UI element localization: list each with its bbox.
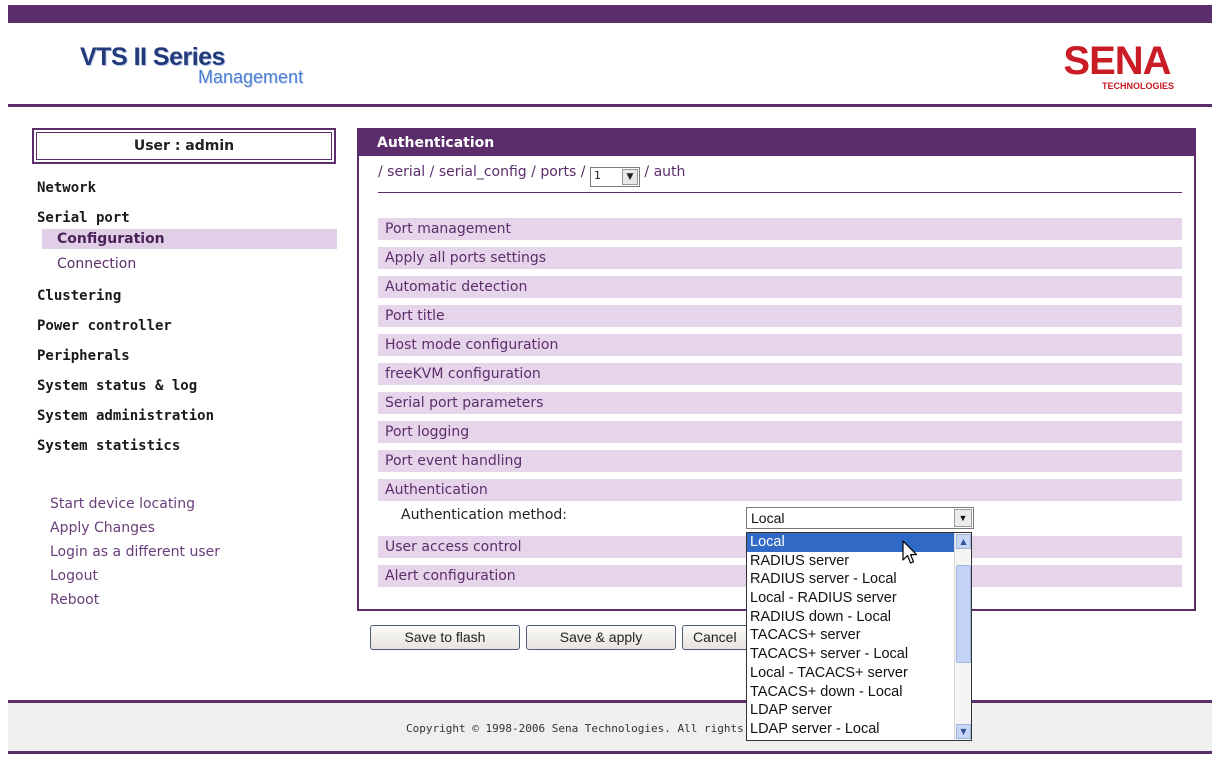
section-serial-params[interactable]: Serial port parameters	[378, 392, 1182, 414]
mouse-pointer-icon	[902, 540, 918, 564]
apply-changes-link[interactable]: Apply Changes	[50, 520, 155, 536]
nav-power-controller[interactable]: Power controller	[37, 318, 172, 334]
chevron-down-icon[interactable]: ▼	[954, 509, 972, 527]
dropdown-option-ldap-local[interactable]: LDAP server - Local	[747, 720, 971, 739]
section-freekvm[interactable]: freeKVM configuration	[378, 363, 1182, 385]
scrollbar-thumb[interactable]	[956, 565, 971, 663]
user-label: User : admin	[36, 132, 332, 160]
auth-method-label: Authentication method:	[401, 507, 568, 523]
breadcrumb-divider	[378, 192, 1182, 193]
auth-method-dropdown-list[interactable]: Local RADIUS server RADIUS server - Loca…	[746, 532, 972, 741]
dropdown-option-local-tacacs[interactable]: Local - TACACS+ server	[747, 664, 971, 683]
dropdown-option-local[interactable]: Local	[747, 533, 971, 552]
section-authentication[interactable]: Authentication	[378, 479, 1182, 501]
start-device-locating-link[interactable]: Start device locating	[50, 496, 195, 512]
product-logo-line2: Management	[198, 67, 304, 87]
nav-peripherals[interactable]: Peripherals	[37, 348, 130, 364]
nav-serial-port[interactable]: Serial port	[37, 210, 130, 226]
login-different-user-link[interactable]: Login as a different user	[50, 544, 220, 560]
sena-logo: SENA TECHNOLOGIES	[1056, 41, 1178, 91]
logout-link[interactable]: Logout	[50, 568, 98, 584]
scroll-up-icon[interactable]: ▲	[956, 534, 971, 549]
nav-system-administration[interactable]: System administration	[37, 408, 214, 424]
breadcrumb-serial[interactable]: serial	[387, 164, 425, 180]
section-port-management[interactable]: Port management	[378, 218, 1182, 240]
user-box: User : admin	[32, 128, 336, 164]
breadcrumb-serial-config[interactable]: serial_config	[439, 164, 527, 180]
dropdown-option-tacacs-down-local[interactable]: TACACS+ down - Local	[747, 683, 971, 702]
port-number-select[interactable]: 1 ▼	[589, 167, 640, 187]
section-port-title[interactable]: Port title	[378, 305, 1182, 327]
section-port-event[interactable]: Port event handling	[378, 450, 1182, 472]
dropdown-option-radius[interactable]: RADIUS server	[747, 552, 971, 571]
breadcrumb-ports[interactable]: ports	[540, 164, 576, 180]
nav-network[interactable]: Network	[37, 180, 96, 196]
footer: Copyright © 1998-2006 Sena Technologies.…	[8, 700, 1212, 754]
panel-title: Authentication	[359, 130, 1194, 156]
section-host-mode[interactable]: Host mode configuration	[378, 334, 1182, 356]
dropdown-scrollbar[interactable]: ▲ ▼	[954, 533, 971, 740]
section-port-logging[interactable]: Port logging	[378, 421, 1182, 443]
dropdown-option-local-radius[interactable]: Local - RADIUS server	[747, 589, 971, 608]
section-automatic-detection[interactable]: Automatic detection	[378, 276, 1182, 298]
port-number-value: 1	[593, 169, 601, 182]
nav-system-status[interactable]: System status & log	[37, 378, 197, 394]
chevron-down-icon[interactable]: ▼	[621, 169, 638, 185]
nav-clustering[interactable]: Clustering	[37, 288, 121, 304]
save-to-flash-button[interactable]: Save to flash	[370, 625, 520, 650]
auth-method-value: Local	[751, 510, 785, 526]
dropdown-option-radius-down-local[interactable]: RADIUS down - Local	[747, 608, 971, 627]
breadcrumb: / serial / serial_config / ports / 1 ▼ / …	[378, 164, 685, 187]
save-apply-button[interactable]: Save & apply	[526, 625, 676, 650]
dropdown-option-radius-local[interactable]: RADIUS server - Local	[747, 570, 971, 589]
dropdown-option-tacacs[interactable]: TACACS+ server	[747, 626, 971, 645]
scroll-down-icon[interactable]: ▼	[956, 724, 971, 739]
breadcrumb-auth[interactable]: auth	[654, 164, 686, 180]
dropdown-option-ldap[interactable]: LDAP server	[747, 701, 971, 720]
header: VTS II Series Management SENA TECHNOLOGI…	[8, 23, 1212, 107]
sena-logo-text: SENA	[1063, 39, 1171, 83]
nav-system-statistics[interactable]: System statistics	[37, 438, 180, 454]
vts-management-logo: VTS II Series Management	[80, 43, 320, 105]
reboot-link[interactable]: Reboot	[50, 592, 99, 608]
top-strip	[8, 5, 1212, 23]
nav-serial-configuration[interactable]: Configuration	[42, 229, 337, 249]
nav-serial-connection[interactable]: Connection	[42, 254, 337, 274]
section-apply-all-ports[interactable]: Apply all ports settings	[378, 247, 1182, 269]
dropdown-option-tacacs-local[interactable]: TACACS+ server - Local	[747, 645, 971, 664]
auth-method-select[interactable]: Local ▼	[746, 507, 974, 529]
